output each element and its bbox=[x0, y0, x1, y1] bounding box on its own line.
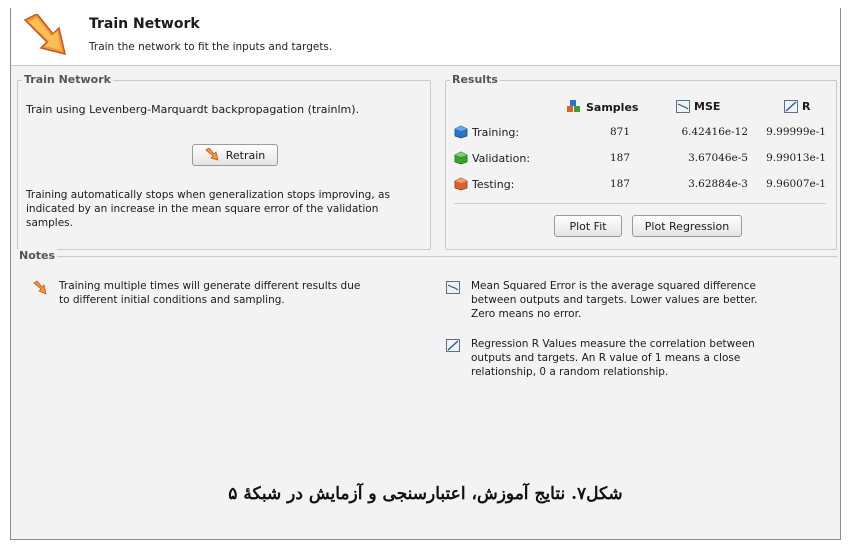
validation-mse: 3.67046e-5 bbox=[688, 152, 748, 164]
group-title: Notes bbox=[17, 249, 58, 262]
validation-cube-icon bbox=[454, 151, 468, 165]
validation-r: 9.99013e-1 bbox=[766, 152, 826, 164]
train-network-group: Train Network Train using Levenberg-Marq… bbox=[17, 73, 431, 250]
training-algorithm-text: Train using Levenberg-Marquardt backprop… bbox=[26, 103, 360, 116]
header: Train Network Train the network to fit t… bbox=[11, 8, 840, 66]
samples-column-header: Samples bbox=[566, 100, 638, 114]
regression-icon bbox=[446, 339, 460, 352]
testing-samples: 187 bbox=[609, 178, 630, 190]
validation-label: Validation: bbox=[472, 152, 531, 165]
train-arrow-icon bbox=[33, 280, 47, 295]
group-title: Train Network bbox=[22, 73, 113, 86]
early-stopping-note: Training automatically stops when genera… bbox=[26, 189, 390, 229]
results-divider bbox=[454, 203, 826, 204]
retrain-label: Retrain bbox=[225, 148, 266, 162]
testing-mse: 3.62884e-3 bbox=[688, 178, 748, 190]
training-cube-icon bbox=[454, 125, 468, 139]
results-group: Results Samples MSE R Training: 871 6.42… bbox=[445, 73, 837, 250]
page-subtitle: Train the network to fit the inputs and … bbox=[89, 41, 333, 53]
validation-samples: 187 bbox=[609, 152, 630, 164]
retrain-button[interactable]: Retrain bbox=[192, 144, 278, 166]
plot-fit-button[interactable]: Plot Fit bbox=[554, 215, 622, 237]
training-samples: 871 bbox=[609, 126, 630, 138]
training-label: Training: bbox=[472, 126, 520, 139]
train-network-panel: Train Network Train the network to fit t… bbox=[10, 8, 841, 540]
testing-label: Testing: bbox=[472, 178, 515, 191]
mse-chart-icon bbox=[446, 281, 460, 294]
samples-cubes-icon bbox=[567, 100, 580, 112]
testing-r: 9.96007e-1 bbox=[766, 178, 826, 190]
training-r: 9.99999e-1 bbox=[766, 126, 826, 138]
plot-regression-button[interactable]: Plot Regression bbox=[632, 215, 742, 237]
regression-note: Regression R Values measure the correlat… bbox=[445, 337, 775, 379]
regression-icon bbox=[784, 100, 798, 113]
testing-cube-icon bbox=[454, 177, 468, 191]
mse-chart-icon bbox=[676, 100, 690, 113]
training-mse: 6.42416e-12 bbox=[681, 126, 748, 138]
group-title: Results bbox=[450, 73, 500, 86]
mse-note: Mean Squared Error is the average square… bbox=[445, 279, 775, 321]
training-note: Training multiple times will generate di… bbox=[33, 279, 363, 307]
train-arrow-icon bbox=[205, 148, 219, 161]
mse-column-header: MSE bbox=[676, 100, 720, 113]
train-arrow-icon bbox=[23, 14, 67, 56]
r-column-header: R bbox=[784, 100, 810, 113]
page-title: Train Network bbox=[89, 16, 200, 32]
figure-caption: شکل۷. نتایج آموزش، اعتبارسنجی و آزمایش د… bbox=[228, 484, 623, 504]
